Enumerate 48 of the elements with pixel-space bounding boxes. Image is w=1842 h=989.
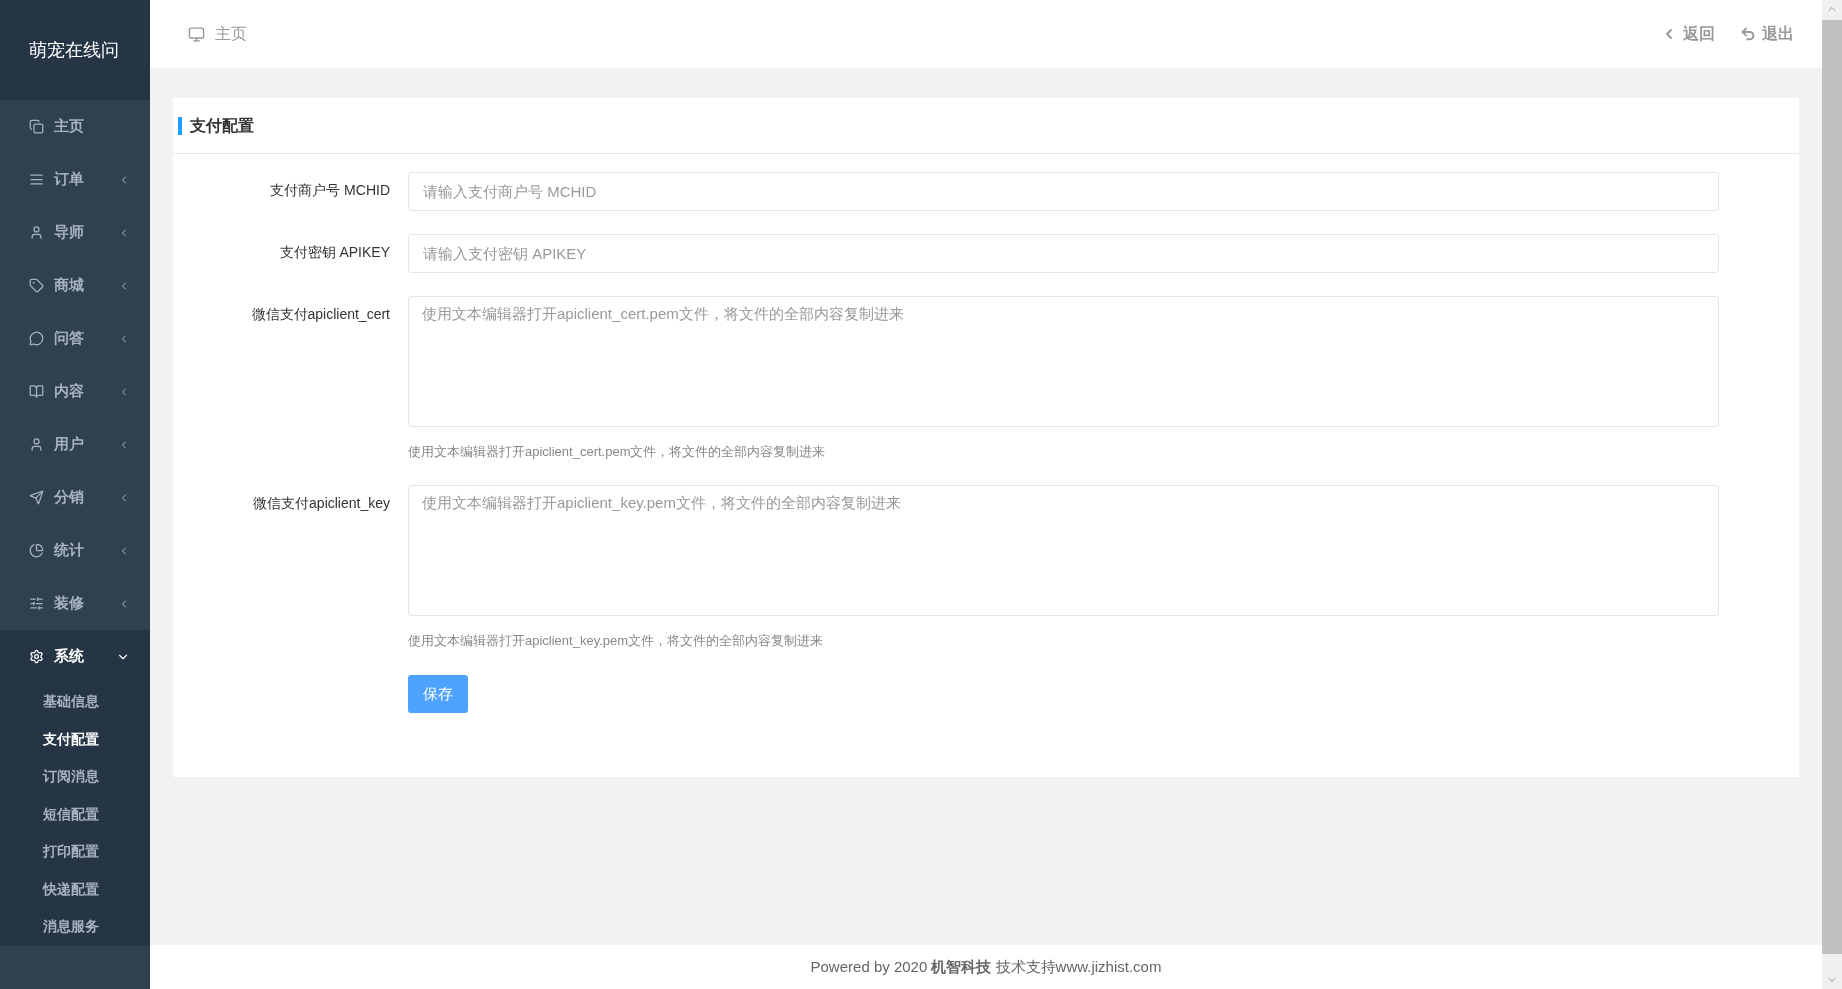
sidebar-item[interactable]: 主页	[0, 100, 150, 153]
submenu-item[interactable]: 打印配置	[0, 833, 150, 871]
copy-icon	[29, 119, 44, 134]
submenu-item[interactable]: 快递配置	[0, 870, 150, 908]
breadcrumb-link[interactable]: 主页	[215, 22, 247, 46]
book-icon	[29, 384, 44, 399]
sidebar-item[interactable]: 装修	[0, 577, 150, 630]
help-text: 使用文本编辑器打开apiclient_key.pem文件，将文件的全部内容复制进来	[408, 631, 824, 650]
reply-icon	[1740, 26, 1756, 42]
field-label: 支付密钥 APIKEY	[278, 243, 391, 262]
input-field[interactable]: 请输入支付商户号 MCHID	[408, 172, 1719, 211]
submenu-item[interactable]: 基础信息	[0, 683, 150, 721]
save-button[interactable]: 保存	[408, 675, 468, 713]
sidebar-item[interactable]: 内容	[0, 365, 150, 418]
sidebar-item[interactable]: 分销	[0, 471, 150, 524]
monitor-icon	[188, 25, 205, 43]
text-area[interactable]: 使用文本编辑器打开apiclient_cert.pem文件，将文件的全部内容复制进来	[408, 296, 1719, 427]
sidebar-item[interactable]: 系统	[0, 630, 150, 683]
user-icon	[29, 225, 44, 240]
sliders-icon	[29, 596, 44, 611]
field-label: 支付商户号 MCHID	[269, 181, 391, 200]
app-logo: 萌宠在线问	[29, 38, 119, 62]
submenu-item[interactable]: 消息服务	[0, 908, 150, 946]
person-icon	[29, 437, 44, 452]
submenu-item[interactable]: 支付配置	[0, 720, 150, 758]
settings-icon	[29, 649, 44, 664]
submenu-item[interactable]: 订阅消息	[0, 758, 150, 796]
sidebar-item[interactable]: 统计	[0, 524, 150, 577]
help-text: 使用文本编辑器打开apiclient_cert.pem文件，将文件的全部内容复制进来	[408, 443, 826, 461]
input-field[interactable]: 请输入支付密钥 APIKEY	[408, 234, 1719, 273]
sidebar-item[interactable]: 订单	[0, 153, 150, 206]
submenu-item[interactable]: 短信配置	[0, 795, 150, 833]
back-link[interactable]: 返回	[1661, 22, 1715, 46]
tag-icon	[29, 278, 44, 293]
sidebar-item[interactable]: 问答	[0, 312, 150, 365]
list-icon	[29, 172, 44, 187]
sidebar-item[interactable]: 用户	[0, 418, 150, 471]
text-area[interactable]: 使用文本编辑器打开apiclient_key.pem文件，将文件的全部内容复制进来	[408, 484, 1719, 616]
sidebar-item[interactable]: 导师	[0, 206, 150, 259]
field-label: 微信支付apiclient_key	[252, 493, 391, 513]
pie-chart-icon	[29, 543, 44, 558]
logout-link[interactable]: 退出	[1740, 22, 1794, 46]
field-label: 微信支付apiclient_cert	[250, 305, 391, 324]
footer-text: Powered by 2020 机智科技 技术支持www.jizhist.com	[810, 956, 1162, 977]
sidebar-item[interactable]: 商城	[0, 259, 150, 312]
send-icon	[29, 490, 44, 505]
chat-icon	[29, 331, 44, 346]
card-title: 支付配置	[178, 116, 254, 135]
